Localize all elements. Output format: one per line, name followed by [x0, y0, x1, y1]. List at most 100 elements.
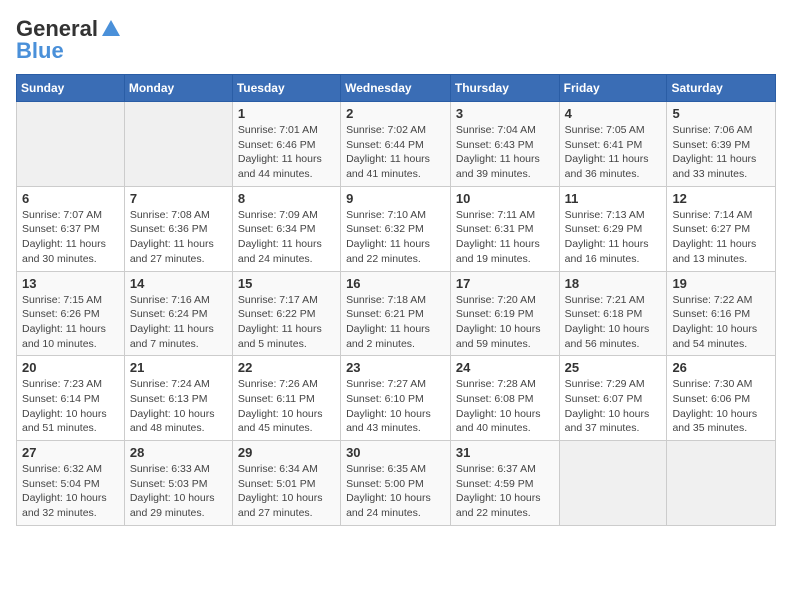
calendar-cell: 6 Sunrise: 7:07 AM Sunset: 6:37 PM Daylig… [17, 186, 125, 271]
day-info: Sunrise: 7:10 AM Sunset: 6:32 PM Dayligh… [346, 208, 445, 267]
day-info: Sunrise: 7:30 AM Sunset: 6:06 PM Dayligh… [672, 377, 770, 436]
weekday-header-friday: Friday [559, 75, 667, 102]
weekday-header-wednesday: Wednesday [341, 75, 451, 102]
day-info: Sunrise: 7:24 AM Sunset: 6:13 PM Dayligh… [130, 377, 227, 436]
day-info: Sunrise: 7:14 AM Sunset: 6:27 PM Dayligh… [672, 208, 770, 267]
day-number: 16 [346, 276, 445, 291]
day-number: 19 [672, 276, 770, 291]
day-number: 13 [22, 276, 119, 291]
calendar-cell: 26 Sunrise: 7:30 AM Sunset: 6:06 PM Dayli… [667, 356, 776, 441]
day-number: 5 [672, 106, 770, 121]
weekday-header-saturday: Saturday [667, 75, 776, 102]
day-number: 17 [456, 276, 554, 291]
day-info: Sunrise: 6:32 AM Sunset: 5:04 PM Dayligh… [22, 462, 119, 521]
calendar-cell [559, 441, 667, 526]
day-number: 2 [346, 106, 445, 121]
calendar-cell: 15Sunrise: 7:17 AM Sunset: 6:22 PM Dayli… [232, 271, 340, 356]
day-number: 15 [238, 276, 335, 291]
calendar-cell: 8 Sunrise: 7:09 AM Sunset: 6:34 PM Daylig… [232, 186, 340, 271]
day-info: Sunrise: 6:34 AM Sunset: 5:01 PM Dayligh… [238, 462, 335, 521]
calendar-cell: 10 Sunrise: 7:11 AM Sunset: 6:31 PM Dayli… [450, 186, 559, 271]
day-info: Sunrise: 7:28 AM Sunset: 6:08 PM Dayligh… [456, 377, 554, 436]
day-number: 11 [565, 191, 662, 206]
day-number: 3 [456, 106, 554, 121]
day-info: Sunrise: 7:15 AM Sunset: 6:26 PM Dayligh… [22, 293, 119, 352]
calendar-cell: 25Sunrise: 7:29 AM Sunset: 6:07 PM Dayli… [559, 356, 667, 441]
day-info: Sunrise: 6:37 AM Sunset: 4:59 PM Dayligh… [456, 462, 554, 521]
day-info: Sunrise: 7:04 AM Sunset: 6:43 PM Dayligh… [456, 123, 554, 182]
day-info: Sunrise: 7:08 AM Sunset: 6:36 PM Dayligh… [130, 208, 227, 267]
day-number: 26 [672, 360, 770, 375]
calendar-cell: 13 Sunrise: 7:15 AM Sunset: 6:26 PM Dayli… [17, 271, 125, 356]
calendar-cell: 2 Sunrise: 7:02 AM Sunset: 6:44 PM Daylig… [341, 102, 451, 187]
calendar-cell: 12 Sunrise: 7:14 AM Sunset: 6:27 PM Dayli… [667, 186, 776, 271]
day-number: 23 [346, 360, 445, 375]
day-number: 7 [130, 191, 227, 206]
weekday-header-sunday: Sunday [17, 75, 125, 102]
calendar-cell: 17 Sunrise: 7:20 AM Sunset: 6:19 PM Dayli… [450, 271, 559, 356]
calendar-cell: 20 Sunrise: 7:23 AM Sunset: 6:14 PM Dayli… [17, 356, 125, 441]
day-number: 24 [456, 360, 554, 375]
calendar-body: 1Sunrise: 7:01 AM Sunset: 6:46 PM Daylig… [17, 102, 776, 526]
day-info: Sunrise: 7:05 AM Sunset: 6:41 PM Dayligh… [565, 123, 662, 182]
calendar-week-2: 6 Sunrise: 7:07 AM Sunset: 6:37 PM Daylig… [17, 186, 776, 271]
calendar-cell: 4Sunrise: 7:05 AM Sunset: 6:41 PM Daylig… [559, 102, 667, 187]
day-number: 28 [130, 445, 227, 460]
calendar-cell: 27 Sunrise: 6:32 AM Sunset: 5:04 PM Dayli… [17, 441, 125, 526]
calendar-cell: 1Sunrise: 7:01 AM Sunset: 6:46 PM Daylig… [232, 102, 340, 187]
calendar-cell: 18Sunrise: 7:21 AM Sunset: 6:18 PM Dayli… [559, 271, 667, 356]
day-number: 27 [22, 445, 119, 460]
day-number: 25 [565, 360, 662, 375]
day-info: Sunrise: 7:26 AM Sunset: 6:11 PM Dayligh… [238, 377, 335, 436]
calendar-header: SundayMondayTuesdayWednesdayThursdayFrid… [17, 75, 776, 102]
day-info: Sunrise: 7:22 AM Sunset: 6:16 PM Dayligh… [672, 293, 770, 352]
calendar-cell: 19 Sunrise: 7:22 AM Sunset: 6:16 PM Dayli… [667, 271, 776, 356]
day-number: 20 [22, 360, 119, 375]
weekday-header-thursday: Thursday [450, 75, 559, 102]
day-number: 14 [130, 276, 227, 291]
calendar-cell: 11 Sunrise: 7:13 AM Sunset: 6:29 PM Dayli… [559, 186, 667, 271]
day-number: 10 [456, 191, 554, 206]
weekday-header-tuesday: Tuesday [232, 75, 340, 102]
day-number: 8 [238, 191, 335, 206]
day-number: 21 [130, 360, 227, 375]
logo: General Blue [16, 16, 122, 64]
calendar-cell [667, 441, 776, 526]
calendar-cell: 5 Sunrise: 7:06 AM Sunset: 6:39 PM Daylig… [667, 102, 776, 187]
day-info: Sunrise: 7:02 AM Sunset: 6:44 PM Dayligh… [346, 123, 445, 182]
calendar-cell: 21 Sunrise: 7:24 AM Sunset: 6:13 PM Dayli… [124, 356, 232, 441]
calendar-cell: 28 Sunrise: 6:33 AM Sunset: 5:03 PM Dayli… [124, 441, 232, 526]
day-info: Sunrise: 7:20 AM Sunset: 6:19 PM Dayligh… [456, 293, 554, 352]
day-info: Sunrise: 7:09 AM Sunset: 6:34 PM Dayligh… [238, 208, 335, 267]
calendar-week-4: 20 Sunrise: 7:23 AM Sunset: 6:14 PM Dayli… [17, 356, 776, 441]
day-number: 31 [456, 445, 554, 460]
calendar-cell: 30Sunrise: 6:35 AM Sunset: 5:00 PM Dayli… [341, 441, 451, 526]
day-number: 29 [238, 445, 335, 460]
calendar-cell: 14 Sunrise: 7:16 AM Sunset: 6:24 PM Dayli… [124, 271, 232, 356]
day-info: Sunrise: 7:06 AM Sunset: 6:39 PM Dayligh… [672, 123, 770, 182]
calendar-cell [124, 102, 232, 187]
calendar-cell: 7 Sunrise: 7:08 AM Sunset: 6:36 PM Daylig… [124, 186, 232, 271]
page-header: General Blue [16, 16, 776, 64]
day-info: Sunrise: 7:13 AM Sunset: 6:29 PM Dayligh… [565, 208, 662, 267]
day-info: Sunrise: 7:21 AM Sunset: 6:18 PM Dayligh… [565, 293, 662, 352]
day-number: 30 [346, 445, 445, 460]
day-info: Sunrise: 7:11 AM Sunset: 6:31 PM Dayligh… [456, 208, 554, 267]
day-info: Sunrise: 7:07 AM Sunset: 6:37 PM Dayligh… [22, 208, 119, 267]
calendar-week-3: 13 Sunrise: 7:15 AM Sunset: 6:26 PM Dayli… [17, 271, 776, 356]
logo-icon [100, 18, 122, 40]
calendar-cell: 31 Sunrise: 6:37 AM Sunset: 4:59 PM Dayli… [450, 441, 559, 526]
calendar-table: SundayMondayTuesdayWednesdayThursdayFrid… [16, 74, 776, 526]
weekday-header-row: SundayMondayTuesdayWednesdayThursdayFrid… [17, 75, 776, 102]
day-info: Sunrise: 7:16 AM Sunset: 6:24 PM Dayligh… [130, 293, 227, 352]
day-number: 6 [22, 191, 119, 206]
calendar-cell: 9Sunrise: 7:10 AM Sunset: 6:32 PM Daylig… [341, 186, 451, 271]
day-info: Sunrise: 6:33 AM Sunset: 5:03 PM Dayligh… [130, 462, 227, 521]
day-info: Sunrise: 7:23 AM Sunset: 6:14 PM Dayligh… [22, 377, 119, 436]
calendar-cell: 22Sunrise: 7:26 AM Sunset: 6:11 PM Dayli… [232, 356, 340, 441]
calendar-cell [17, 102, 125, 187]
day-number: 12 [672, 191, 770, 206]
calendar-cell: 23Sunrise: 7:27 AM Sunset: 6:10 PM Dayli… [341, 356, 451, 441]
calendar-week-1: 1Sunrise: 7:01 AM Sunset: 6:46 PM Daylig… [17, 102, 776, 187]
calendar-cell: 16Sunrise: 7:18 AM Sunset: 6:21 PM Dayli… [341, 271, 451, 356]
